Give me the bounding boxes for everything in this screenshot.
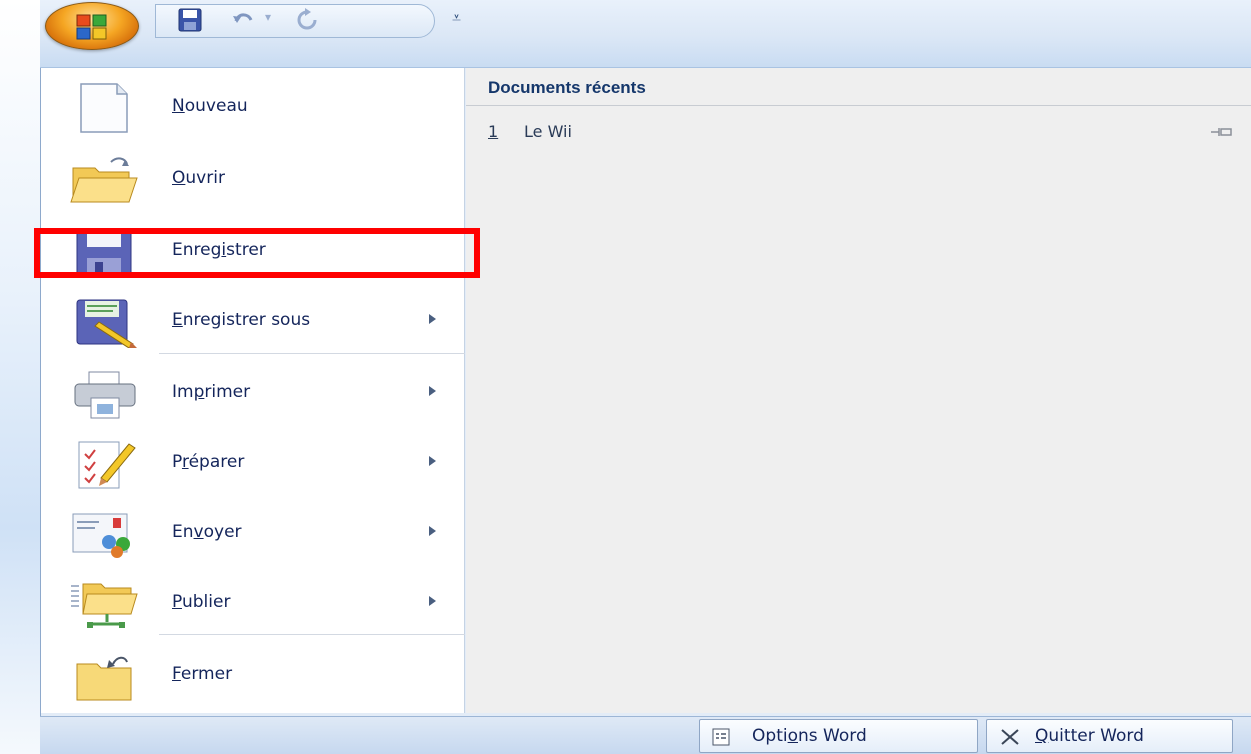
menu-item-preparer[interactable]: Préparer <box>41 428 465 498</box>
quit-word-label: Quitter Word <box>1035 726 1144 746</box>
undo-dropdown-icon[interactable]: ▾ <box>265 10 271 24</box>
menu-item-fermer[interactable]: Fermer <box>41 640 465 710</box>
word-options-label: Options Word <box>752 726 867 746</box>
menu-item-label: Ouvrir <box>172 168 225 188</box>
quit-word-button[interactable]: Quitter Word <box>986 719 1233 753</box>
redo-icon[interactable] <box>295 7 321 33</box>
desktop-background <box>0 0 40 754</box>
recent-document-number: 1 <box>488 122 499 141</box>
quick-access-toolbar: ▾ ⩡ <box>40 0 1251 68</box>
menu-separator <box>159 353 465 354</box>
submenu-arrow-icon <box>429 386 436 396</box>
menu-item-imprimer[interactable]: Imprimer <box>41 358 465 428</box>
undo-icon[interactable] <box>230 7 256 33</box>
prepare-icon <box>78 441 136 489</box>
customize-dropdown-icon[interactable]: ⩡ <box>452 8 461 28</box>
submenu-arrow-icon <box>429 314 436 324</box>
submenu-arrow-icon <box>429 526 436 536</box>
menu-item-label: Publier <box>172 592 231 612</box>
recent-documents-pane: Documents récents 1 Le Wii <box>466 68 1251 713</box>
close-x-icon <box>1001 729 1019 745</box>
options-icon <box>712 728 730 746</box>
menu-commands-pane: Nouveau Ouvrir Enregistrer Enregistrer s… <box>41 68 465 713</box>
menu-bottom-bar: Options Word Quitter Word <box>40 716 1251 754</box>
recent-documents-title: Documents récents <box>488 78 646 97</box>
menu-item-label: Enregistrer sous <box>172 310 311 330</box>
office-menu: Nouveau Ouvrir Enregistrer Enregistrer s… <box>40 68 1251 716</box>
recent-document-item[interactable]: 1 Le Wii <box>488 122 1233 146</box>
publish-icon <box>71 583 138 628</box>
menu-item-label: Préparer <box>172 452 245 472</box>
printer-icon <box>74 371 136 419</box>
menu-item-ouvrir[interactable]: Ouvrir <box>41 144 465 214</box>
menu-item-envoyer[interactable]: Envoyer <box>41 498 465 568</box>
save-as-icon <box>76 299 137 348</box>
menu-item-label: Imprimer <box>172 382 251 402</box>
submenu-arrow-icon <box>429 596 436 606</box>
menu-separator <box>159 634 465 635</box>
close-folder-icon <box>76 656 132 701</box>
menu-item-label: Envoyer <box>172 522 242 542</box>
new-document-icon <box>80 83 128 133</box>
send-icon <box>72 513 130 558</box>
menu-item-label: Fermer <box>172 664 233 684</box>
menu-item-enregistrer-sous[interactable]: Enregistrer sous <box>41 286 465 356</box>
highlight-annotation <box>34 228 480 278</box>
recent-title-divider <box>466 105 1251 106</box>
menu-item-label: Nouveau <box>172 96 248 116</box>
menu-item-nouveau[interactable]: Nouveau <box>41 72 465 142</box>
submenu-arrow-icon <box>429 456 436 466</box>
word-options-button[interactable]: Options Word <box>699 719 978 753</box>
open-folder-icon <box>70 157 138 203</box>
office-logo-icon <box>76 14 107 40</box>
save-icon[interactable] <box>177 7 203 33</box>
menu-item-publier[interactable]: Publier <box>41 568 465 638</box>
office-button[interactable] <box>45 2 139 50</box>
recent-document-name: Le Wii <box>524 122 572 141</box>
pin-icon[interactable] <box>1211 126 1233 138</box>
